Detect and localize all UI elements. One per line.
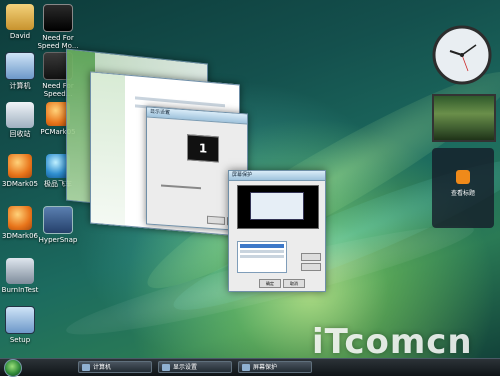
window-screensaver-dialog[interactable]: 屏幕保护 确定 取消: [228, 170, 326, 292]
taskbar-button-display-settings[interactable]: 显示设置: [158, 361, 232, 373]
taskbar-button-screensaver[interactable]: 屏幕保护: [238, 361, 312, 373]
taskbar-button-computer[interactable]: 计算机: [78, 361, 152, 373]
preview-screen: [237, 185, 319, 229]
setup-icon: [5, 306, 35, 334]
taskbar-button-label: 屏幕保护: [253, 364, 278, 371]
3dmark-icon: [8, 154, 32, 178]
taskbar: 计算机 显示设置 屏幕保护: [0, 358, 500, 377]
side-button[interactable]: [301, 253, 321, 261]
preview-inner-window: [250, 192, 304, 220]
monitor-number: 1: [198, 141, 208, 156]
game-shortcut-icon: [43, 4, 73, 32]
clock-gadget[interactable]: [432, 25, 492, 85]
window-icon: [82, 364, 90, 371]
desktop-icon-hypersnap[interactable]: HyperSnap: [35, 206, 81, 244]
3dmark-icon: [8, 206, 32, 230]
recycle-bin-icon: [6, 102, 34, 128]
desktop-icon-label: HyperSnap: [38, 236, 78, 244]
list-item[interactable]: [240, 255, 284, 258]
window-sidebar: [91, 72, 125, 226]
hypersnap-icon: [43, 206, 73, 234]
taskbar-button-label: 显示设置: [173, 364, 198, 371]
settings-button[interactable]: [207, 215, 225, 225]
desktop-icon-label: BurnInTest: [1, 286, 39, 294]
desktop-icon-nfs-most-wanted[interactable]: Need For Speed Mo...: [35, 4, 81, 50]
computer-icon: [5, 52, 35, 80]
slideshow-gadget[interactable]: [432, 94, 496, 142]
taskbar-button-label: 计算机: [93, 364, 112, 371]
list-item[interactable]: [240, 250, 284, 253]
watermark: iTcomcn: [312, 322, 473, 362]
cancel-button-label: 取消: [290, 281, 298, 286]
window-icon: [242, 364, 250, 371]
desktop-icon-burnintest[interactable]: BurnInTest: [0, 258, 43, 294]
side-button[interactable]: [301, 263, 321, 271]
ok-button[interactable]: 确定: [259, 279, 281, 288]
desktop-icon-setup[interactable]: Setup: [0, 306, 43, 344]
monitor-preview: 1: [187, 134, 219, 163]
cancel-button[interactable]: 取消: [283, 279, 305, 288]
window-icon: [162, 364, 170, 371]
list-item[interactable]: [240, 244, 284, 248]
resolution-slider[interactable]: [161, 184, 201, 190]
ok-button-label: 确定: [266, 281, 274, 286]
window-titlebar: 屏幕保护: [229, 171, 325, 181]
screensaver-list[interactable]: [237, 241, 287, 273]
desktop-icon-label: Need For Speed Mo...: [37, 34, 79, 50]
rss-icon: [456, 170, 470, 184]
burnin-icon: [6, 258, 34, 284]
feed-label: 查看标题: [450, 190, 475, 197]
clock-center: [460, 53, 464, 57]
desktop-icon-label: Setup: [9, 336, 31, 344]
start-button[interactable]: [4, 359, 22, 377]
user-folder-icon: [6, 4, 34, 30]
feed-headlines-gadget[interactable]: 查看标题: [432, 148, 494, 228]
